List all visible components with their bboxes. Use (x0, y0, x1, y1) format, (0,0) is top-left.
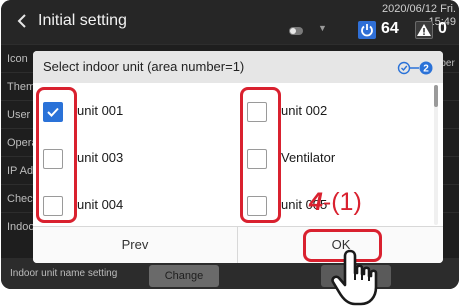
unit-label: Ventilator (281, 150, 336, 165)
back-chevron-icon[interactable] (15, 12, 29, 30)
step-number: 4 (309, 188, 323, 216)
top-bar: Initial setting 2020/06/12 Fri. 15:49 ▼ … (1, 0, 459, 44)
unit-label: unit 002 (281, 103, 328, 118)
chevron-down-icon[interactable]: ▼ (318, 23, 327, 33)
step-annotation: 4-(1) (309, 188, 362, 216)
indoor-unit-name-setting-label: Indoor unit name setting (10, 268, 118, 279)
select-indoor-unit-dialog: Select indoor unit (area number=1) 2 uni… (33, 51, 443, 263)
pointing-hand-icon (331, 249, 378, 306)
scrollbar-thumb[interactable] (434, 85, 438, 107)
svg-text:2: 2 (423, 64, 429, 75)
step-suffix: -(1) (322, 188, 362, 216)
power-count: 64 (381, 20, 399, 37)
power-icon (358, 21, 376, 39)
change-button[interactable]: Change (149, 265, 219, 287)
warning-icon (415, 21, 433, 39)
annotation-box-left-checkboxes (36, 87, 77, 223)
warning-count: 0 (438, 20, 447, 37)
dialog-header: Select indoor unit (area number=1) 2 (33, 51, 443, 83)
bg-row-label: IP Ad (7, 165, 34, 177)
prev-button[interactable]: Prev (33, 226, 238, 263)
unit-label: unit 004 (77, 197, 124, 212)
page-title: Initial setting (38, 12, 127, 29)
bg-row-label: Icon (7, 53, 28, 65)
bg-row-label: User (7, 109, 31, 121)
dialog-title: Select indoor unit (area number=1) (43, 59, 245, 74)
step-indicator-icon: 2 (397, 61, 433, 75)
unit-label: unit 001 (77, 103, 124, 118)
unit-label: unit 003 (77, 150, 124, 165)
annotation-box-right-checkboxes (240, 87, 281, 223)
display-toggle[interactable] (289, 27, 303, 35)
